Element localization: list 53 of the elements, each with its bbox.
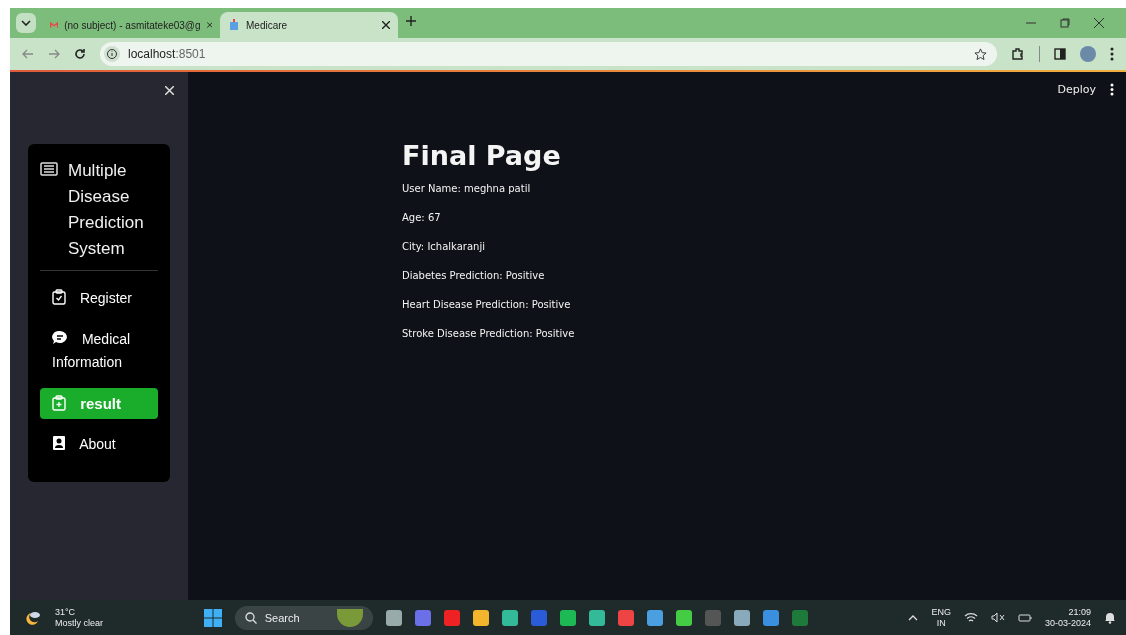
tab-title: (no subject) - asmitateke03@g: [64, 19, 201, 31]
info-icon: [104, 46, 120, 62]
temperature-text: 31°C: [55, 606, 77, 618]
menu-item[interactable]: Register: [40, 283, 158, 314]
clipboard-icon: [52, 289, 66, 305]
portrait-icon: [52, 435, 66, 451]
back-icon[interactable]: [22, 49, 34, 59]
url-text: localhost:8501: [128, 47, 206, 61]
mail-icon: [50, 20, 59, 30]
bell-icon[interactable]: [1104, 611, 1116, 624]
chevron-down-icon: [21, 20, 31, 26]
search-icon: [244, 611, 257, 624]
wifi-icon[interactable]: [963, 612, 978, 623]
menu-item[interactable]: Medical Information: [40, 324, 158, 378]
newspaper-icon: [40, 162, 58, 178]
profile-avatar[interactable]: [1080, 46, 1096, 62]
star-icon[interactable]: [974, 47, 987, 61]
deploy-button[interactable]: Deploy: [1057, 83, 1096, 96]
address-bar[interactable]: localhost:8501: [100, 42, 997, 66]
more-icon[interactable]: [1110, 47, 1114, 61]
result-line: Heart Disease Prediction: Positive: [402, 299, 572, 310]
result-line: Stroke Disease Prediction: Positive: [402, 328, 576, 339]
clipboard-icon: [52, 395, 66, 411]
weather-icon[interactable]: [24, 609, 42, 626]
clock[interactable]: 21:09 30-03-2024: [1044, 606, 1091, 629]
chat-icon: [52, 330, 68, 346]
menu-item[interactable]: About: [40, 429, 158, 460]
browser-tab[interactable]: (no subject) - asmitateke03@g: [42, 12, 220, 38]
puzzle-icon[interactable]: [1011, 47, 1025, 61]
menu-title: Multiple Disease Prediction System: [68, 160, 145, 260]
tab-title: Medicare: [246, 19, 289, 31]
result-line: City: Ichalkaranji: [402, 241, 486, 252]
restore-icon[interactable]: [1060, 18, 1070, 28]
result-line: Age: 67: [402, 212, 442, 223]
browser-tab[interactable]: Medicare: [220, 12, 398, 38]
windows-start-icon[interactable]: [203, 608, 222, 627]
page-heading: Final Page: [402, 140, 562, 171]
tab-list-button[interactable]: [16, 13, 36, 33]
side-panel-icon[interactable]: [1054, 48, 1066, 60]
chevron-up-icon[interactable]: [908, 614, 919, 621]
close-icon[interactable]: [1094, 18, 1104, 28]
hospital-icon: [228, 19, 240, 31]
reload-icon[interactable]: [74, 48, 86, 60]
close-icon[interactable]: [382, 21, 390, 29]
language-indicator[interactable]: ENG IN: [931, 606, 951, 629]
result-line: Diabetes Prediction: Positive: [402, 270, 546, 281]
battery-icon[interactable]: [1017, 612, 1032, 623]
more-icon[interactable]: [1110, 83, 1114, 96]
result-line: User Name: meghna patil: [402, 183, 532, 194]
muted-speaker-icon[interactable]: [990, 612, 1005, 623]
forward-icon[interactable]: [48, 49, 60, 59]
taskbar-search-field[interactable]: Search: [234, 605, 373, 630]
weather-text: Mostly clear: [55, 617, 103, 629]
